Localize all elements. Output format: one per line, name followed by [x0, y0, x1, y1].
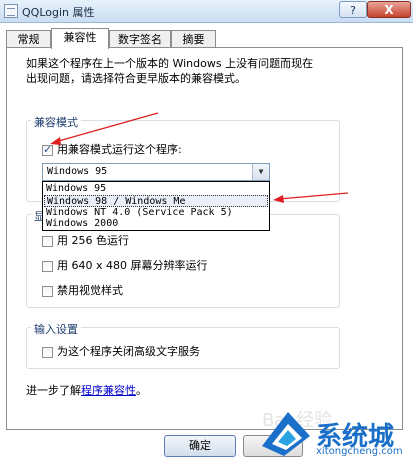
- color-256-option[interactable]: 用 256 色运行: [42, 234, 129, 250]
- ok-button[interactable]: 确定: [164, 435, 236, 457]
- resolution-640-checkbox[interactable]: [42, 260, 53, 272]
- input-settings-legend: 输入设置: [31, 321, 81, 337]
- resolution-640-option[interactable]: 用 640 x 480 屏幕分辨率运行: [42, 259, 208, 275]
- disable-text-services-checkbox[interactable]: [42, 346, 53, 358]
- disable-text-services-option[interactable]: 为这个程序关闭高级文字服务: [42, 345, 200, 361]
- disable-text-services-label: 为这个程序关闭高级文字服务: [57, 345, 200, 358]
- color-256-label: 用 256 色运行: [57, 234, 129, 247]
- compat-description: 如果这个程序在上一个版本的 Windows 上没有问题而现在 出现问题，请选择符…: [26, 56, 366, 86]
- os-option-win98-me[interactable]: Windows 98 / Windows Me: [44, 195, 268, 207]
- title-bar: QQLogin 属性 ? X: [0, 0, 413, 23]
- learn-more-row: 进一步了解程序兼容性。: [26, 382, 147, 398]
- compat-mode-checkbox[interactable]: [42, 143, 53, 157]
- program-compatibility-link[interactable]: 程序兼容性: [81, 384, 136, 397]
- description-line-1: 如果这个程序在上一个版本的 Windows 上没有问题而现在: [26, 57, 314, 70]
- disable-visual-styles-label: 禁用视觉样式: [57, 284, 123, 297]
- learn-more-suffix: 。: [136, 384, 147, 397]
- os-version-select[interactable]: Windows 95 ▼: [42, 163, 270, 181]
- resolution-640-label: 用 640 x 480 屏幕分辨率运行: [57, 259, 208, 272]
- tab-digital-signature[interactable]: 数字签名: [109, 30, 171, 48]
- learn-more-prefix: 进一步了解: [26, 384, 81, 397]
- os-version-dropdown: Windows 95 Windows 98 / Windows Me Windo…: [42, 181, 270, 231]
- brand-url: xitongcheng.com: [316, 446, 403, 457]
- color-256-checkbox[interactable]: [42, 235, 53, 247]
- help-button[interactable]: ?: [339, 1, 367, 18]
- os-option-win2000[interactable]: Windows 2000: [44, 218, 268, 230]
- description-line-2: 出现问题，请选择符合更早版本的兼容模式。: [26, 72, 246, 85]
- compat-mode-legend: 兼容模式: [31, 114, 81, 130]
- disable-visual-styles-checkbox[interactable]: [42, 285, 53, 297]
- os-option-win95[interactable]: Windows 95: [44, 183, 268, 195]
- logo-icon: [262, 412, 310, 456]
- tab-summary[interactable]: 摘要: [171, 30, 216, 48]
- close-button[interactable]: X: [367, 1, 411, 18]
- tab-general[interactable]: 常规: [6, 30, 51, 48]
- os-version-selected-value: Windows 95: [47, 166, 108, 177]
- site-watermark: 系统城 xitongcheng.com: [258, 402, 410, 462]
- compat-mode-option[interactable]: 用兼容模式运行这个程序:: [42, 143, 182, 159]
- window-icon: [4, 4, 18, 18]
- chevron-down-icon[interactable]: ▼: [252, 164, 269, 180]
- window-title: QQLogin 属性: [22, 6, 95, 19]
- tab-compatibility[interactable]: 兼容性: [51, 28, 109, 49]
- disable-visual-styles-option[interactable]: 禁用视觉样式: [42, 284, 123, 300]
- compat-mode-label: 用兼容模式运行这个程序:: [57, 143, 182, 156]
